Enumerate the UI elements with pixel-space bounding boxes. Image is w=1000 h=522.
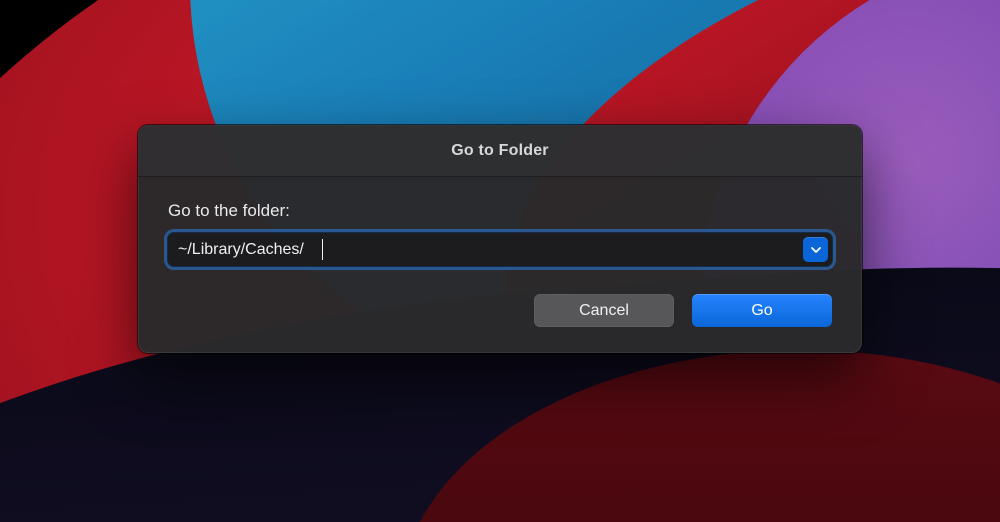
cancel-button[interactable]: Cancel [534, 294, 674, 327]
dialog-title: Go to Folder [451, 142, 549, 160]
path-history-dropdown[interactable] [803, 237, 828, 262]
path-input[interactable] [168, 233, 832, 266]
path-label: Go to the folder: [168, 201, 832, 221]
dialog-body: Go to the folder: Cancel Go [138, 177, 862, 353]
chevron-down-icon [810, 244, 822, 256]
path-combobox [168, 233, 832, 266]
go-button[interactable]: Go [692, 294, 832, 327]
text-caret [322, 239, 323, 260]
dialog-titlebar[interactable]: Go to Folder [138, 125, 862, 177]
dialog-button-row: Cancel Go [168, 294, 832, 327]
go-to-folder-dialog: Go to Folder Go to the folder: Cancel Go [138, 125, 862, 353]
